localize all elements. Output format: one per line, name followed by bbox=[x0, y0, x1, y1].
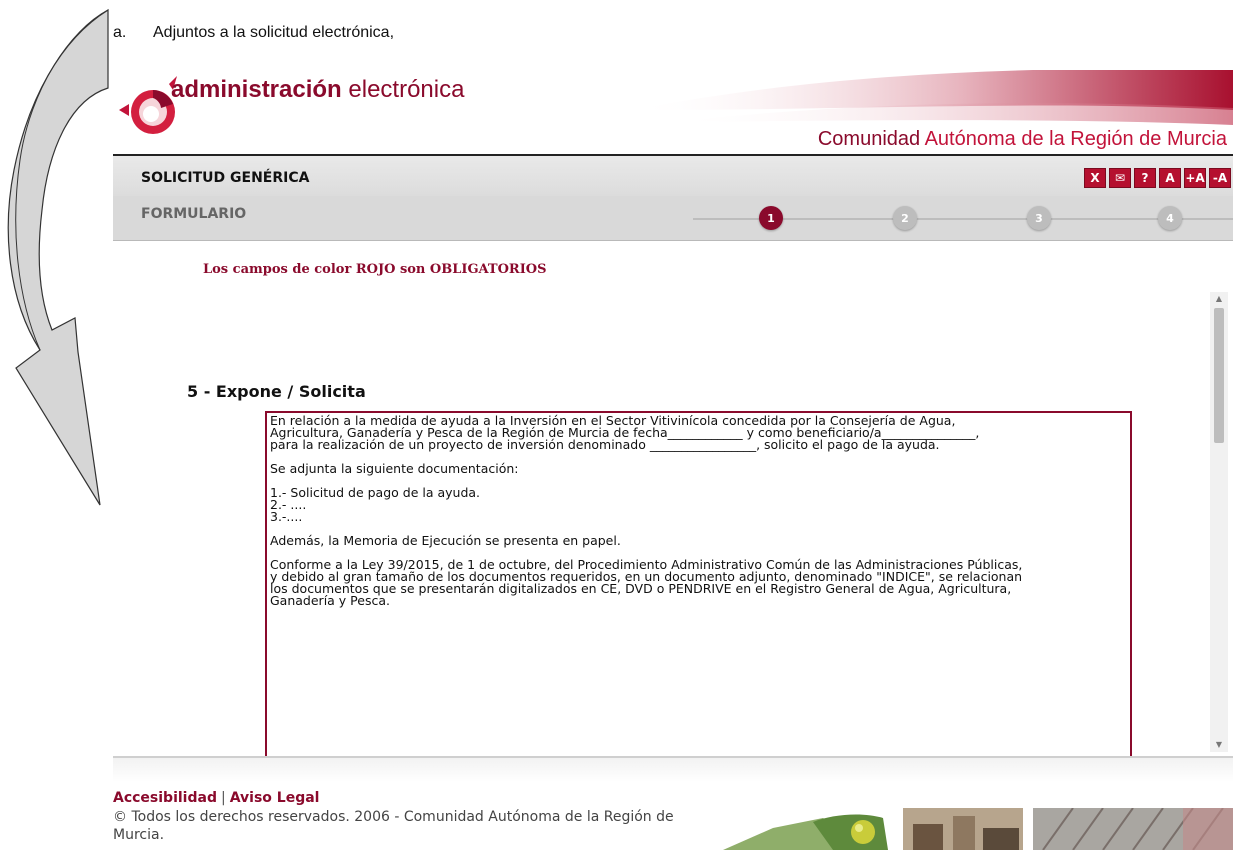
footer-links: Accesibilidad | Aviso Legal bbox=[113, 790, 319, 806]
section-heading: 5 - Expone / Solicita bbox=[187, 382, 366, 401]
region-part1: Comunidad bbox=[817, 128, 921, 150]
footer-separator: | bbox=[220, 790, 226, 806]
toolbar: X ✉ ? A +A -A bbox=[1084, 168, 1231, 188]
scroll-down-arrow-icon[interactable]: ▼ bbox=[1210, 738, 1228, 752]
accessibility-link[interactable]: Accesibilidad bbox=[113, 790, 217, 806]
email-button[interactable]: ✉ bbox=[1109, 168, 1131, 188]
footer-photo-strip bbox=[713, 808, 1233, 850]
step-bar: FORMULARIO 1 2 3 4 bbox=[113, 196, 1233, 241]
copyright-text: © Todos los derechos reservados. 2006 - … bbox=[113, 809, 674, 843]
page-title: SOLICITUD GENÉRICA bbox=[141, 170, 310, 186]
font-decrease-button[interactable]: -A bbox=[1209, 168, 1231, 188]
step-2[interactable]: 2 bbox=[893, 206, 917, 230]
required-fields-note: Los campos de color ROJO son OBLIGATORIO… bbox=[203, 262, 547, 277]
close-button[interactable]: X bbox=[1084, 168, 1106, 188]
section-subtitle: FORMULARIO bbox=[141, 206, 247, 222]
step-3[interactable]: 3 bbox=[1027, 206, 1051, 230]
step-4[interactable]: 4 bbox=[1158, 206, 1182, 230]
region-part2: Autónoma de la Región de Murcia bbox=[924, 128, 1227, 150]
scroll-thumb[interactable] bbox=[1214, 308, 1224, 443]
font-increase-button[interactable]: +A bbox=[1184, 168, 1206, 188]
logo-bold: administración bbox=[171, 76, 342, 103]
list-marker: a. bbox=[113, 24, 127, 41]
region-title: Comunidad Autónoma de la Región de Murci… bbox=[818, 128, 1227, 151]
scroll-up-arrow-icon[interactable]: ▲ bbox=[1210, 292, 1228, 306]
caption-text: Adjuntos a la solicitud electrónica, bbox=[153, 24, 395, 41]
web-application-screenshot: administración electrónica Comunidad Aut… bbox=[113, 70, 1233, 850]
title-bar: SOLICITUD GENÉRICA X ✉ ? A +A -A bbox=[113, 156, 1233, 196]
header-banner: administración electrónica Comunidad Aut… bbox=[113, 70, 1233, 156]
expone-solicita-textarea[interactable]: En relación a la medida de ayuda a la In… bbox=[265, 411, 1132, 756]
step-1[interactable]: 1 bbox=[759, 206, 783, 230]
logo-light: electrónica bbox=[348, 76, 465, 103]
vertical-scrollbar[interactable]: ▲ ▼ bbox=[1210, 292, 1228, 752]
logo-text: administración electrónica bbox=[171, 76, 464, 104]
legal-notice-link[interactable]: Aviso Legal bbox=[230, 790, 320, 806]
font-normal-button[interactable]: A bbox=[1159, 168, 1181, 188]
curved-arrow-icon bbox=[7, 8, 109, 506]
help-button[interactable]: ? bbox=[1134, 168, 1156, 188]
document-caption: a. Adjuntos a la solicitud electrónica, bbox=[113, 24, 394, 42]
footer-band bbox=[113, 758, 1233, 782]
